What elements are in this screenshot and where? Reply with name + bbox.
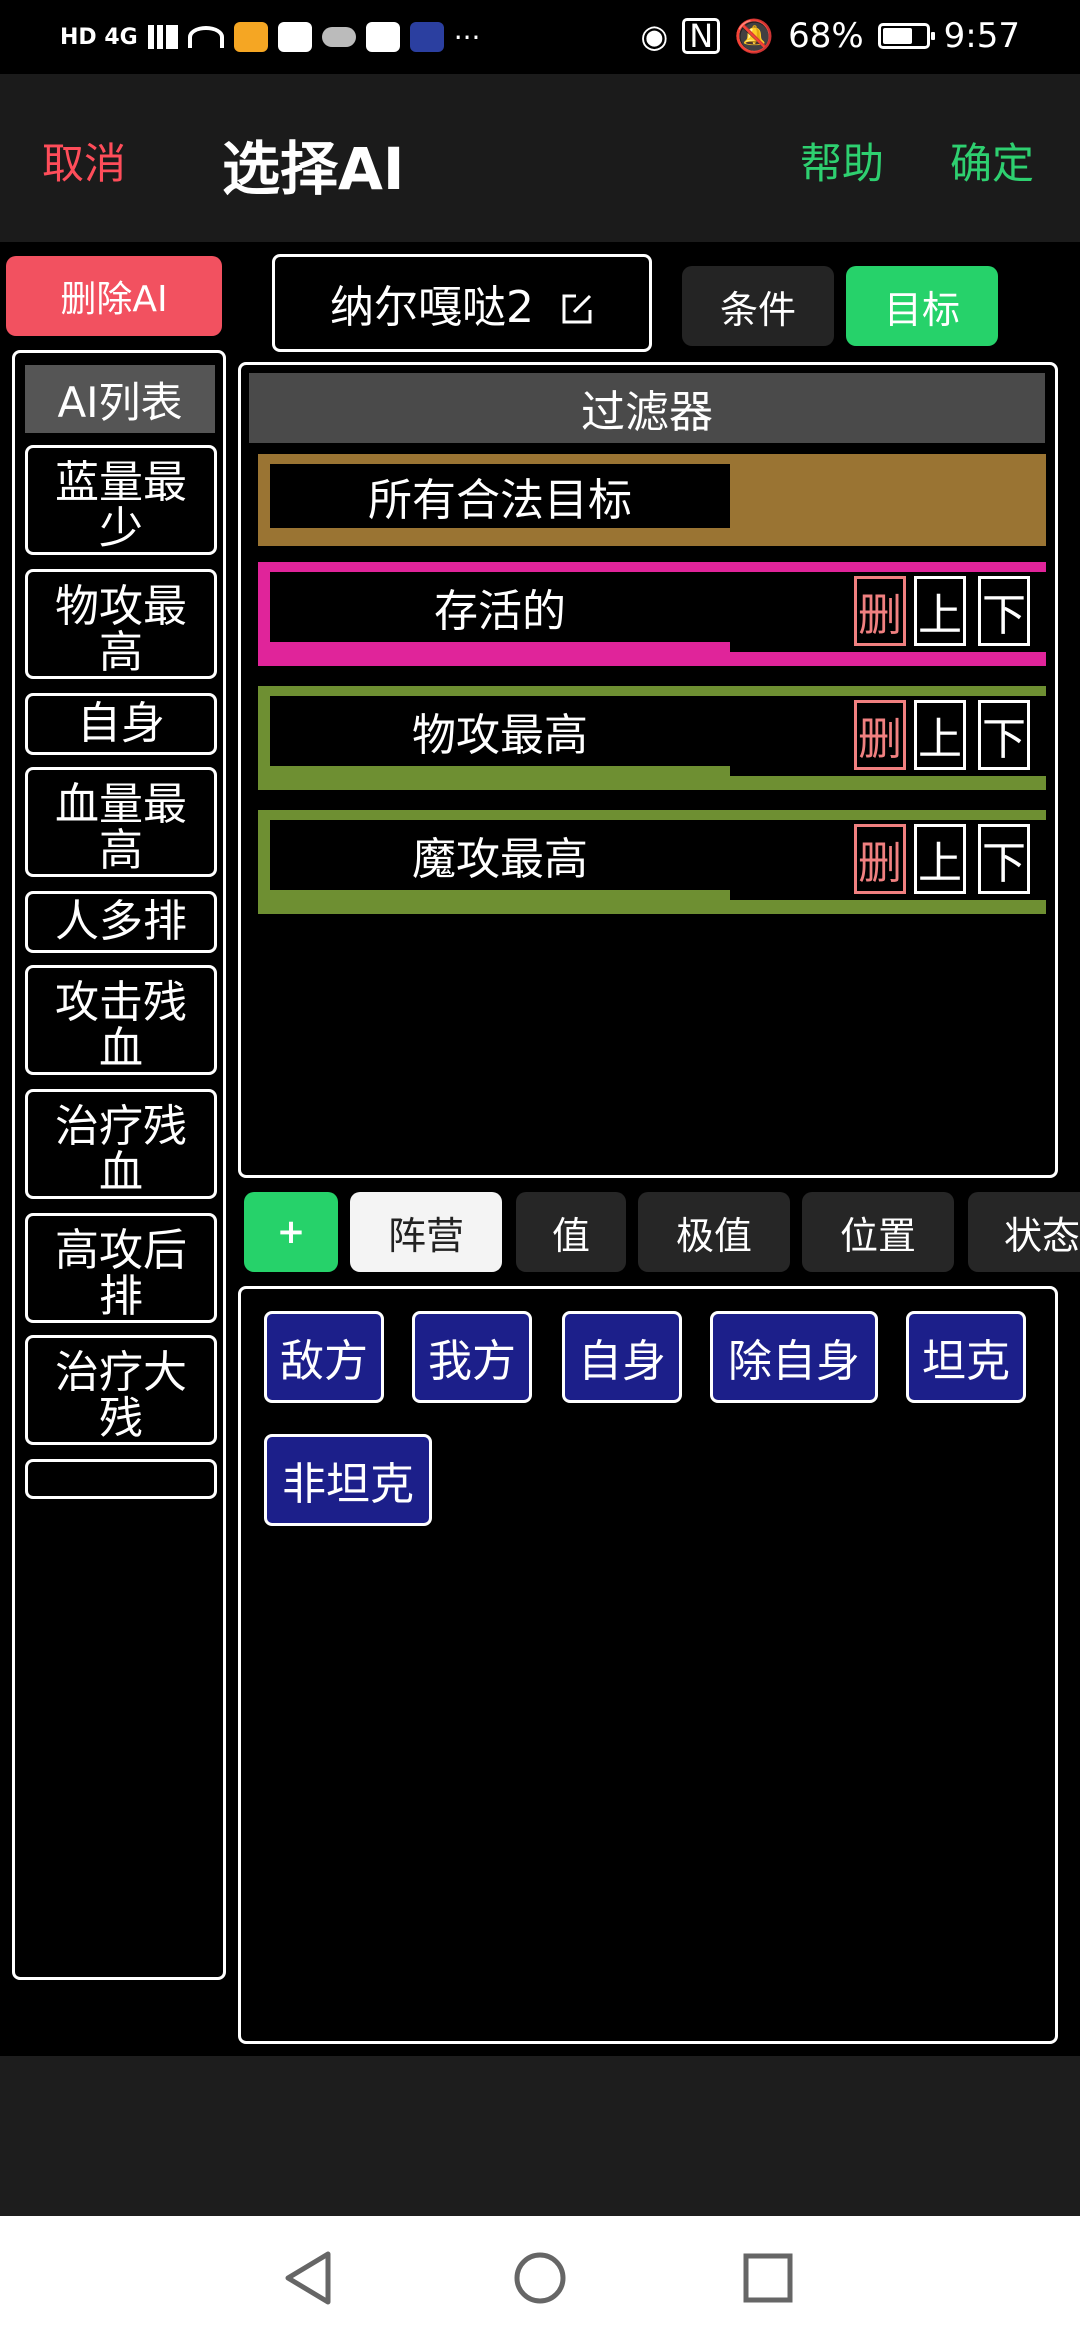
page-title: 选择AI: [222, 135, 405, 203]
news-icon: [365, 22, 400, 52]
option-chip-ally[interactable]: 我方: [412, 1311, 532, 1403]
battery-percent: 68%: [788, 16, 864, 56]
ai-list-item-label: 攻击残血: [55, 977, 187, 1074]
category-tab-status-label: 状态: [1004, 1213, 1080, 1258]
tab-target[interactable]: 目标: [846, 266, 998, 346]
filter-row[interactable]: 魔攻最高 删 上 下: [258, 810, 1046, 914]
system-nav-bar: [0, 2216, 1080, 2340]
app-icon: [277, 22, 312, 52]
ai-list-item[interactable]: 自身: [25, 693, 217, 755]
ai-list-item-label: 人多排: [55, 896, 187, 947]
cancel-button[interactable]: 取消: [42, 130, 126, 191]
filter-row-label: 魔攻最高: [270, 820, 730, 890]
category-tab-extreme[interactable]: 极值: [638, 1192, 790, 1272]
delete-filter-button[interactable]: 删: [854, 700, 906, 770]
home-icon[interactable]: [508, 2246, 572, 2310]
filter-header: 过滤器: [249, 373, 1045, 443]
category-tab-position[interactable]: 位置: [802, 1192, 954, 1272]
move-down-button[interactable]: 下: [978, 576, 1030, 646]
mail-icon: [233, 22, 268, 52]
tab-condition[interactable]: 条件: [682, 266, 834, 346]
filter-row-label: 物攻最高: [270, 696, 730, 766]
ai-list-item[interactable]: 人多排: [25, 891, 217, 953]
confirm-button[interactable]: 确定: [950, 130, 1034, 191]
network-indicator: HD 4G: [60, 24, 138, 50]
move-up-button[interactable]: 上: [914, 824, 966, 894]
ai-list-item-label: 蓝量最少: [55, 457, 187, 554]
ai-list-item[interactable]: 治疗大残: [25, 1335, 217, 1445]
delete-filter-button[interactable]: 删: [854, 576, 906, 646]
option-chip-self[interactable]: 自身: [562, 1311, 682, 1403]
option-chip-except-self[interactable]: 除自身: [710, 1311, 878, 1403]
filter-row[interactable]: 物攻最高 删 上 下: [258, 686, 1046, 790]
signal-icon: [147, 25, 178, 49]
edit-icon[interactable]: [560, 286, 594, 324]
nfc-icon: N: [682, 18, 721, 54]
ai-list-item[interactable]: 攻击残血: [25, 965, 217, 1075]
category-tab-status[interactable]: 状态: [968, 1192, 1080, 1272]
ai-list-item-label: 治疗大残: [55, 1347, 187, 1444]
ai-name-value: 纳尔嘎哒2: [330, 282, 534, 333]
filter-row[interactable]: 所有合法目标: [258, 454, 1046, 546]
add-filter-button[interactable]: +: [244, 1192, 338, 1272]
eye-icon: ◉: [640, 17, 669, 55]
ai-list-item-label: 物攻最高: [55, 581, 187, 678]
battery-icon: [877, 23, 935, 49]
move-down-button[interactable]: 下: [978, 824, 1030, 894]
cloud-icon: [321, 27, 356, 47]
help-button[interactable]: 帮助: [800, 130, 884, 191]
cctv-icon: [409, 22, 444, 52]
category-tab-faction[interactable]: 阵营: [350, 1192, 502, 1272]
ai-list-item-label: 自身: [77, 698, 165, 749]
move-up-button[interactable]: 上: [914, 700, 966, 770]
battery-level: [882, 28, 912, 44]
more-indicator: ···: [453, 20, 481, 54]
status-right: ◉ N 🔕 68% 9:57: [640, 14, 1020, 58]
ai-list-item-label: 高攻后排: [55, 1225, 187, 1322]
ai-name-field[interactable]: 纳尔嘎哒2: [272, 254, 652, 352]
move-up-button[interactable]: 上: [914, 576, 966, 646]
clock: 9:57: [943, 16, 1020, 56]
recent-apps-icon[interactable]: [736, 2246, 800, 2310]
ai-list-item[interactable]: 治疗残血: [25, 1089, 217, 1199]
option-chip-non-tank[interactable]: 非坦克: [264, 1434, 432, 1526]
back-icon[interactable]: [276, 2246, 340, 2310]
ai-list-item-partial[interactable]: [25, 1459, 217, 1499]
app-header: 取消 选择AI 帮助 确定: [0, 74, 1080, 242]
category-tab-value[interactable]: 值: [516, 1192, 626, 1272]
mute-icon: 🔕: [734, 17, 775, 55]
move-down-button[interactable]: 下: [978, 700, 1030, 770]
ai-list-item[interactable]: 高攻后排: [25, 1213, 217, 1323]
filter-row-label: 所有合法目标: [270, 464, 730, 528]
status-bar: HD 4G ··· ◉ N 🔕 68% 9:57: [0, 0, 1080, 74]
filter-row-label: 存活的: [270, 572, 730, 642]
ai-list-item[interactable]: 蓝量最少: [25, 445, 217, 555]
delete-ai-button[interactable]: 删除AI: [6, 256, 222, 336]
option-chip-enemy[interactable]: 敌方: [264, 1311, 384, 1403]
ai-list-panel[interactable]: AI列表 蓝量最少 物攻最高 自身 血量最高 人多排 攻击残血 治疗残血 高攻后…: [12, 350, 226, 1980]
delete-filter-button[interactable]: 删: [854, 824, 906, 894]
wifi-icon: [187, 26, 224, 48]
status-left: HD 4G ···: [60, 18, 480, 56]
ai-list-item-label: 治疗残血: [55, 1101, 187, 1198]
filter-row[interactable]: 存活的 删 上 下: [258, 562, 1046, 666]
ai-list-item-label: 血量最高: [55, 779, 187, 876]
ai-list-item[interactable]: 血量最高: [25, 767, 217, 877]
ai-list-header: AI列表: [25, 365, 215, 433]
ai-list-item[interactable]: 物攻最高: [25, 569, 217, 679]
option-chip-tank[interactable]: 坦克: [906, 1311, 1026, 1403]
bottom-strip: [0, 2056, 1080, 2216]
